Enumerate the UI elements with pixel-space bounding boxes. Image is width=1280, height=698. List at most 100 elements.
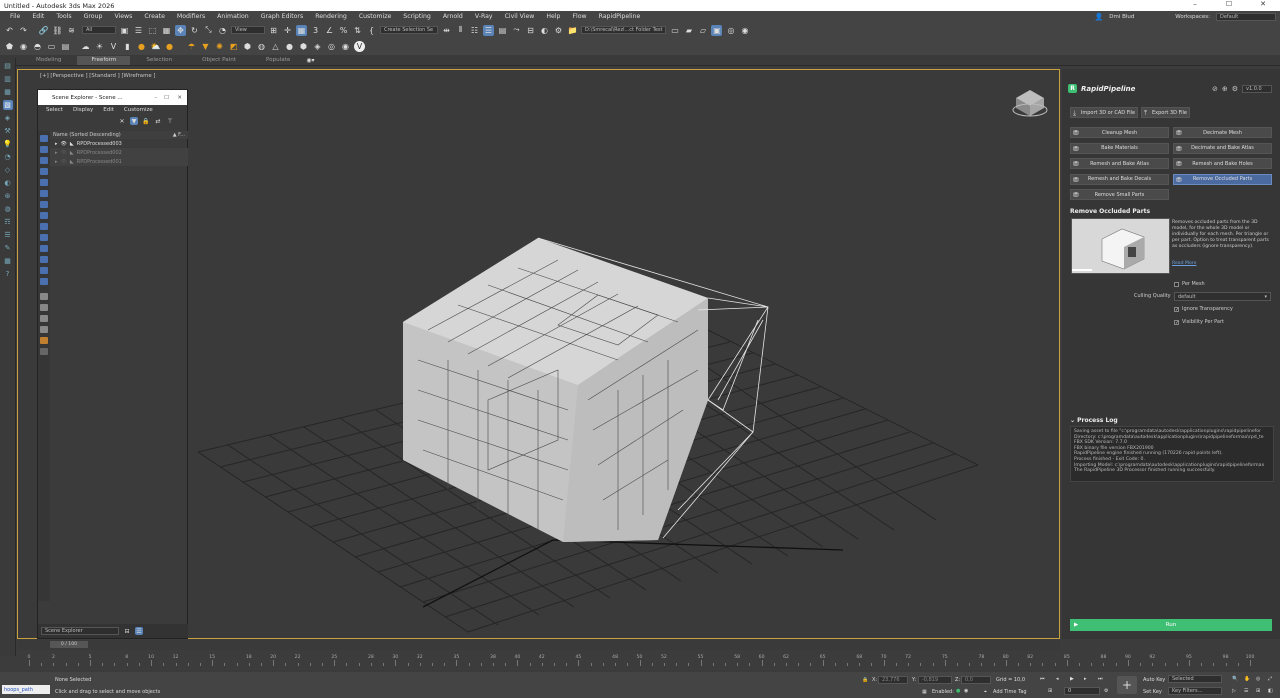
project-folder-icon[interactable]: 📁: [567, 25, 578, 36]
freeze-column-header[interactable]: ▲ F...: [173, 132, 185, 138]
key-mode-icon[interactable]: ⊞: [1048, 688, 1052, 694]
scene-explorer-sort-icon[interactable]: ☰: [135, 627, 143, 635]
display-hidden-icon[interactable]: [40, 293, 48, 300]
current-frame-field[interactable]: 0: [1064, 687, 1100, 695]
spinner-snap-icon[interactable]: ⇅: [352, 25, 363, 36]
select-move-icon[interactable]: ✥: [175, 24, 186, 36]
scene-explorer-selector[interactable]: Scene Explorer: [41, 627, 119, 635]
vray-decal-icon[interactable]: ◎: [326, 41, 337, 52]
project-path-dropdown[interactable]: D:\Smrecal\Rezl...ct Folder Test: [581, 26, 667, 34]
visibility-per-part-checkbox-box[interactable]: ✓: [1174, 319, 1179, 325]
align-icon[interactable]: ⫴: [455, 25, 466, 36]
read-more-link[interactable]: Read More: [1172, 261, 1196, 266]
toggle-layer-explorer-icon[interactable]: ☰: [483, 24, 494, 36]
render-cloud-icon[interactable]: ◎: [725, 25, 736, 36]
display-geometry-icon[interactable]: [40, 168, 48, 175]
collapse-icon[interactable]: [40, 348, 48, 355]
help-icon[interactable]: ?: [3, 269, 13, 279]
ribbon-tab[interactable]: Selection: [132, 56, 186, 65]
tool-button[interactable]: ⛃ Remesh and Bake Holes: [1173, 158, 1272, 169]
render-production-icon[interactable]: ▰: [683, 25, 694, 36]
modify-panel-icon[interactable]: ▥: [3, 74, 13, 84]
ribbon-tab[interactable]: Populate: [252, 56, 304, 65]
version-dropdown[interactable]: v1.0.0: [1242, 85, 1272, 93]
paint-icon[interactable]: ✎: [3, 243, 13, 253]
key-filters-button[interactable]: Key Filters...: [1168, 687, 1222, 695]
import-file-button[interactable]: ⤓ Import 3D or CAD File: [1070, 107, 1138, 118]
tool-button[interactable]: ⛃ Remove Occluded Parts: [1173, 173, 1272, 185]
x-coord-field[interactable]: 23,776: [878, 676, 908, 684]
cameras-icon[interactable]: ◔: [3, 152, 13, 162]
snaps-toggle-icon[interactable]: 3: [310, 25, 321, 36]
time-slider[interactable]: 0 / 100: [50, 641, 88, 648]
quick-render-icon[interactable]: ☁: [80, 41, 91, 52]
compass-icon[interactable]: ⊘: [1212, 85, 1218, 93]
selection-filter-dropdown[interactable]: All: [82, 26, 116, 34]
render-frame-icon[interactable]: ▭: [669, 25, 680, 36]
display-panel-icon[interactable]: ◈: [3, 113, 13, 123]
menu-item[interactable]: RapidPipeline: [593, 13, 647, 20]
scene-close-button[interactable]: ✕: [177, 95, 182, 101]
next-frame-icon[interactable]: ▸: [1084, 676, 1087, 682]
time-tag-icon[interactable]: ⌖: [984, 689, 987, 695]
systems-icon[interactable]: ⊛: [3, 191, 13, 201]
create-panel-icon[interactable]: ▤: [3, 61, 13, 71]
list-item[interactable]: ▸ 👁 ◣ RPDProcessed002: [50, 148, 188, 157]
vray-fur-icon[interactable]: ◍: [256, 41, 267, 52]
zoom-icon[interactable]: 🔍: [1232, 676, 1238, 682]
hierarchy-panel-icon[interactable]: ▦: [3, 87, 13, 97]
select-by-name-icon[interactable]: ☰: [133, 25, 144, 36]
highlight-icon[interactable]: [40, 337, 48, 344]
maximize-button[interactable]: ☐: [1212, 0, 1246, 8]
schematic-view-icon[interactable]: ⊟: [525, 25, 536, 36]
menu-item[interactable]: Views: [108, 13, 138, 20]
edit-named-sel-icon[interactable]: {: [366, 25, 377, 36]
render-iterative-icon[interactable]: ▱: [697, 25, 708, 36]
search-icon[interactable]: ⊕: [1222, 85, 1228, 93]
scene-explorer-titlebar[interactable]: Scene Explorer - Scene ... – ☐ ✕: [38, 90, 187, 105]
ribbon-tab[interactable]: Modeling: [22, 56, 75, 65]
set-key-button[interactable]: Set Key: [1143, 689, 1162, 695]
expand-arrow-icon[interactable]: ▸: [55, 150, 58, 156]
shapes-icon[interactable]: ◍: [3, 204, 13, 214]
a360-icon[interactable]: ◉: [739, 25, 750, 36]
teapot-icon[interactable]: ⬟: [4, 41, 15, 52]
tool-button[interactable]: ⛃ Cleanup Mesh: [1070, 127, 1169, 138]
toggle-scene-explorer-icon[interactable]: ☷: [469, 25, 480, 36]
menu-item[interactable]: Edit: [26, 13, 50, 20]
vray-enmesh-icon[interactable]: ◉: [340, 41, 351, 52]
display-spacewarps-icon[interactable]: [40, 223, 48, 230]
key-selection-dropdown[interactable]: Selected: [1168, 675, 1222, 683]
scene-explorer-menu-item[interactable]: Display: [73, 107, 93, 113]
render-setup-icon[interactable]: ⚙: [553, 25, 564, 36]
time-config-icon[interactable]: ◉: [964, 688, 968, 694]
menu-item[interactable]: Scripting: [397, 13, 437, 20]
user-icon[interactable]: 👤: [1095, 13, 1104, 21]
lights-icon[interactable]: 💡: [3, 139, 13, 149]
menu-item[interactable]: Modifiers: [171, 13, 211, 20]
display-invert-icon[interactable]: [40, 157, 48, 164]
link-icon[interactable]: 🔗: [38, 25, 49, 36]
viewcube[interactable]: [1012, 90, 1048, 117]
visibility-eye-icon[interactable]: 👁: [61, 159, 67, 165]
filter-icon[interactable]: [40, 326, 48, 333]
time-config-icon-2[interactable]: ⚙: [1104, 688, 1108, 694]
display-none-icon[interactable]: [40, 135, 48, 142]
render-active-icon[interactable]: ▣: [711, 24, 723, 36]
scene-hierarchy-icon[interactable]: ⊤: [166, 117, 174, 125]
ignore-transparency-checkbox-box[interactable]: ✓: [1174, 306, 1179, 312]
play-icon[interactable]: ▶: [1070, 676, 1074, 682]
scene-filter-icon[interactable]: ▼: [130, 117, 138, 125]
menu-item[interactable]: Graph Editors: [255, 13, 309, 20]
mirror-icon[interactable]: ⇹: [441, 25, 452, 36]
lock-selection-icon[interactable]: 🔒: [862, 677, 868, 683]
scene-close-x-icon[interactable]: ✕: [118, 117, 126, 125]
scene-minimize-button[interactable]: –: [154, 95, 157, 101]
scene-explorer-menu-item[interactable]: Edit: [103, 107, 114, 113]
tool-button[interactable]: ⛃ Remesh and Bake Atlas: [1070, 158, 1169, 169]
select-manipulate-icon[interactable]: ✛: [282, 25, 293, 36]
display-bones-icon[interactable]: [40, 256, 48, 263]
scene-list-header[interactable]: Name (Sorted Descending) ▲ F...: [50, 131, 188, 139]
light-icon[interactable]: ◓: [32, 41, 43, 52]
minimize-button[interactable]: –: [1178, 0, 1212, 8]
